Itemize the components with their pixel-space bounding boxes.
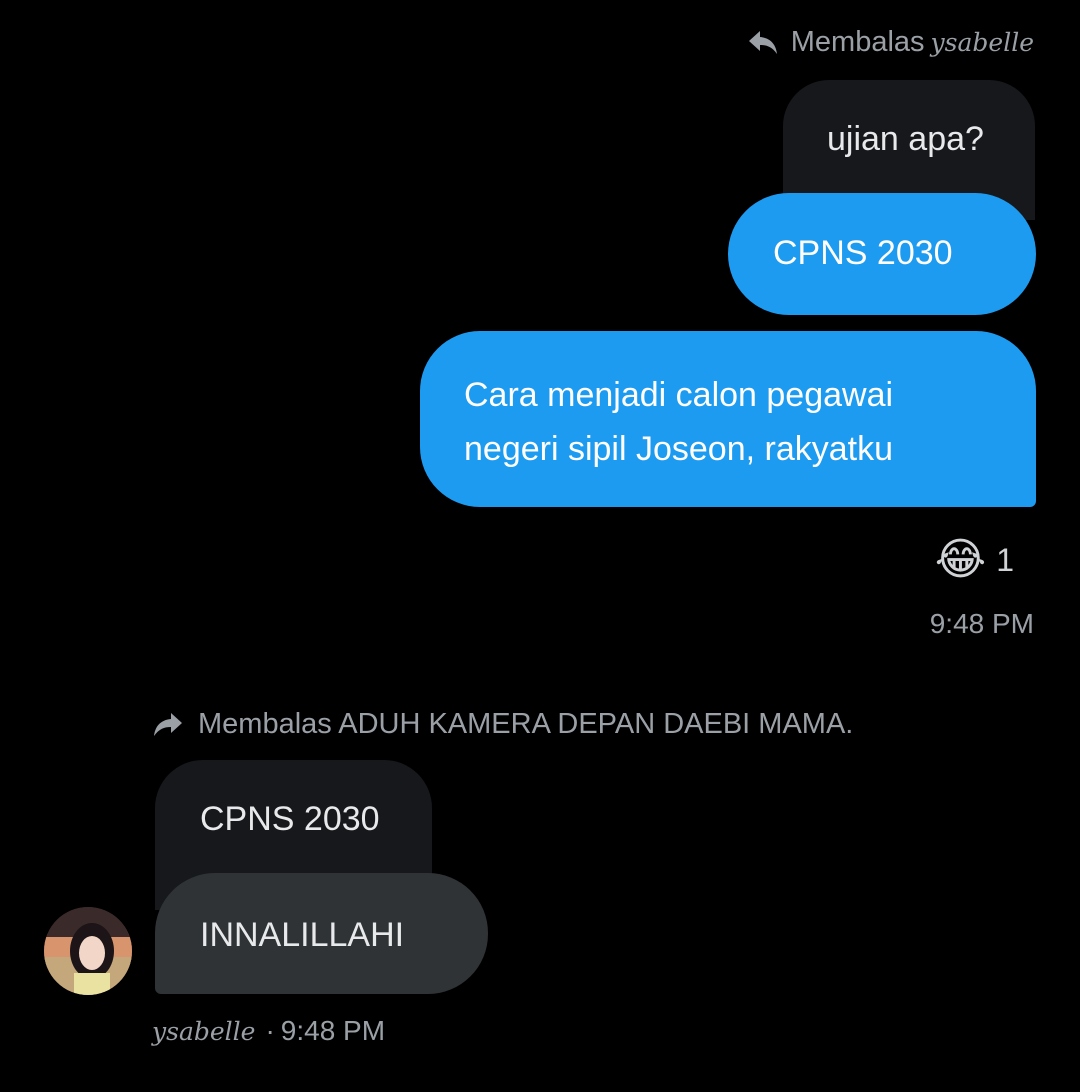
- message-bubble[interactable]: Cara menjadi calon pegawai negeri sipil …: [420, 331, 1036, 507]
- message-text-line: negeri sipil Joseon, rakyatku: [464, 430, 894, 468]
- reply-context-outgoing: Membalas ysabelle: [747, 26, 1034, 59]
- message-timestamp: 9:48 PM: [929, 608, 1034, 639]
- quoted-message-text: ujian apa?: [827, 120, 984, 158]
- laughing-emoji-icon: 😂: [934, 535, 987, 584]
- reaction-count: 1: [996, 541, 1014, 578]
- message-text-line: Cara menjadi calon pegawai: [464, 376, 894, 414]
- reply-context-incoming: Membalas ADUH KAMERA DEPAN DAEBI MAMA.: [152, 708, 853, 741]
- avatar[interactable]: [44, 907, 132, 995]
- sender-name[interactable]: ysabelle: [152, 1017, 255, 1046]
- reply-text: Membalas ADUH KAMERA DEPAN DAEBI MAMA.: [198, 708, 854, 740]
- reply-arrow-icon: [747, 28, 779, 58]
- meta-separator: ·: [265, 1015, 275, 1046]
- forward-arrow-icon: [152, 710, 184, 740]
- reaction-badge[interactable]: 😂 1: [935, 535, 1014, 585]
- reply-name: ysabelle: [930, 28, 1034, 57]
- message-bubble[interactable]: CPNS 2030: [728, 193, 1036, 315]
- message-text: CPNS 2030: [773, 234, 953, 272]
- message-timestamp: 9:48 PM: [280, 1015, 386, 1046]
- message-text: INNALILLAHI: [200, 916, 405, 954]
- quoted-message-text: CPNS 2030: [200, 800, 380, 838]
- message-meta: ysabelle · 9:48 PM: [152, 1015, 385, 1047]
- message-bubble[interactable]: INNALILLAHI: [155, 873, 488, 994]
- reply-prefix: Membalas: [790, 26, 925, 58]
